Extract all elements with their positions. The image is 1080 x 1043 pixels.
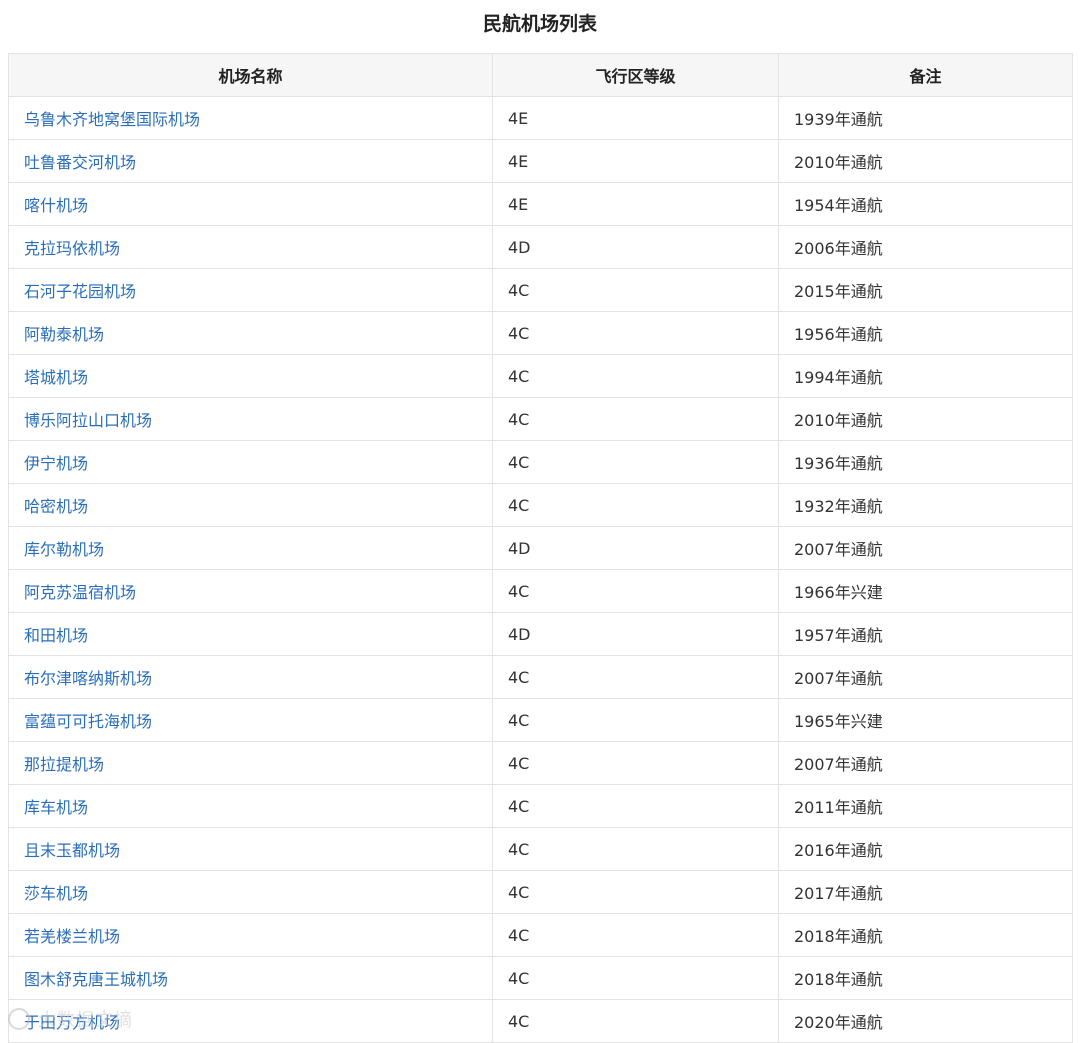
airfield-grade-cell: 4E [492, 96, 779, 140]
airport-name-link[interactable]: 哈密机场 [8, 483, 493, 527]
remark-cell: 2007年通航 [778, 526, 1073, 570]
airfield-grade-cell: 4C [492, 913, 779, 957]
airport-name-link[interactable]: 吐鲁番交河机场 [8, 139, 493, 183]
airfield-grade-cell: 4C [492, 311, 779, 355]
airfield-grade-cell: 4C [492, 956, 779, 1000]
airport-name-link[interactable]: 喀什机场 [8, 182, 493, 226]
airport-name-link[interactable]: 石河子花园机场 [8, 268, 493, 312]
table-row: 克拉玛依机场 4D 2006年通航 [8, 225, 1073, 269]
airfield-grade-cell: 4C [492, 999, 779, 1043]
remark-cell: 2006年通航 [778, 225, 1073, 269]
table-row: 和田机场 4D 1957年通航 [8, 612, 1073, 656]
airport-name-link[interactable]: 和田机场 [8, 612, 493, 656]
airfield-grade-cell: 4C [492, 655, 779, 699]
column-header-grade: 飞行区等级 [492, 53, 779, 97]
table-row: 阿克苏温宿机场 4C 1966年兴建 [8, 569, 1073, 613]
table-row: 喀什机场 4E 1954年通航 [8, 182, 1073, 226]
airfield-grade-cell: 4D [492, 612, 779, 656]
table-row: 塔城机场 4C 1994年通航 [8, 354, 1073, 398]
airport-name-link[interactable]: 若羌楼兰机场 [8, 913, 493, 957]
table-row: 布尔津喀纳斯机场 4C 2007年通航 [8, 655, 1073, 699]
remark-cell: 1965年兴建 [778, 698, 1073, 742]
table-row: 库车机场 4C 2011年通航 [8, 784, 1073, 828]
remark-cell: 2007年通航 [778, 655, 1073, 699]
remark-cell: 2010年通航 [778, 139, 1073, 183]
remark-cell: 2011年通航 [778, 784, 1073, 828]
remark-cell: 2017年通航 [778, 870, 1073, 914]
table-row: 库尔勒机场 4D 2007年通航 [8, 526, 1073, 570]
airport-name-link[interactable]: 克拉玛依机场 [8, 225, 493, 269]
remark-cell: 2010年通航 [778, 397, 1073, 441]
table-row: 若羌楼兰机场 4C 2018年通航 [8, 913, 1073, 957]
airport-name-link[interactable]: 库车机场 [8, 784, 493, 828]
table-row: 石河子花园机场 4C 2015年通航 [8, 268, 1073, 312]
remark-cell: 2015年通航 [778, 268, 1073, 312]
airfield-grade-cell: 4C [492, 741, 779, 785]
airport-name-link[interactable]: 阿勒泰机场 [8, 311, 493, 355]
airport-name-link[interactable]: 布尔津喀纳斯机场 [8, 655, 493, 699]
table-row: 吐鲁番交河机场 4E 2010年通航 [8, 139, 1073, 183]
table-row: 哈密机场 4C 1932年通航 [8, 483, 1073, 527]
table-row: 博乐阿拉山口机场 4C 2010年通航 [8, 397, 1073, 441]
remark-cell: 1954年通航 [778, 182, 1073, 226]
page-title: 民航机场列表 [482, 13, 597, 35]
remark-cell: 2007年通航 [778, 741, 1073, 785]
airport-name-link[interactable]: 阿克苏温宿机场 [8, 569, 493, 613]
remark-cell: 1957年通航 [778, 612, 1073, 656]
remark-cell: 1994年通航 [778, 354, 1073, 398]
airfield-grade-cell: 4C [492, 569, 779, 613]
airport-name-link[interactable]: 莎车机场 [8, 870, 493, 914]
airport-table: 机场名称 飞行区等级 备注 乌鲁木齐地窝堡国际机场 4E 1939年通航 吐鲁番交河机… [8, 53, 1073, 1043]
remark-cell: 2018年通航 [778, 956, 1073, 1000]
airport-name-link[interactable]: 图木舒克唐王城机场 [8, 956, 493, 1000]
airport-name-link[interactable]: 于田万方机场 [8, 999, 493, 1043]
airfield-grade-cell: 4C [492, 440, 779, 484]
table-row: 那拉提机场 4C 2007年通航 [8, 741, 1073, 785]
remark-cell: 1956年通航 [778, 311, 1073, 355]
airport-name-link[interactable]: 且末玉都机场 [8, 827, 493, 871]
airport-name-link[interactable]: 库尔勒机场 [8, 526, 493, 570]
airfield-grade-cell: 4E [492, 139, 779, 183]
airfield-grade-cell: 4C [492, 354, 779, 398]
airport-name-link[interactable]: 那拉提机场 [8, 741, 493, 785]
airport-name-link[interactable]: 乌鲁木齐地窝堡国际机场 [8, 96, 493, 140]
remark-cell: 2020年通航 [778, 999, 1073, 1043]
airfield-grade-cell: 4C [492, 698, 779, 742]
table-row: 乌鲁木齐地窝堡国际机场 4E 1939年通航 [8, 96, 1073, 140]
table-row: 且末玉都机场 4C 2016年通航 [8, 827, 1073, 871]
table-row: 于田万方机场 4C 2020年通航 [8, 999, 1073, 1043]
airfield-grade-cell: 4C [492, 784, 779, 828]
airfield-grade-cell: 4D [492, 526, 779, 570]
remark-cell: 1966年兴建 [778, 569, 1073, 613]
airport-name-link[interactable]: 伊宁机场 [8, 440, 493, 484]
table-row: 阿勒泰机场 4C 1956年通航 [8, 311, 1073, 355]
table-row: 莎车机场 4C 2017年通航 [8, 870, 1073, 914]
airport-name-link[interactable]: 富蕴可可托海机场 [8, 698, 493, 742]
column-header-name: 机场名称 [8, 53, 493, 97]
airfield-grade-cell: 4C [492, 827, 779, 871]
airfield-grade-cell: 4C [492, 870, 779, 914]
airfield-grade-cell: 4C [492, 397, 779, 441]
table-row: 图木舒克唐王城机场 4C 2018年通航 [8, 956, 1073, 1000]
table-header-row: 机场名称 飞行区等级 备注 [8, 53, 1073, 97]
column-header-remark: 备注 [778, 53, 1073, 97]
airport-name-link[interactable]: 塔城机场 [8, 354, 493, 398]
table-body: 乌鲁木齐地窝堡国际机场 4E 1939年通航 吐鲁番交河机场 4E 2010年通航 喀什机场… [8, 96, 1073, 1043]
airfield-grade-cell: 4C [492, 268, 779, 312]
table-row: 伊宁机场 4C 1936年通航 [8, 440, 1073, 484]
remark-cell: 2016年通航 [778, 827, 1073, 871]
remark-cell: 1936年通航 [778, 440, 1073, 484]
airport-name-link[interactable]: 博乐阿拉山口机场 [8, 397, 493, 441]
remark-cell: 2018年通航 [778, 913, 1073, 957]
table-row: 富蕴可可托海机场 4C 1965年兴建 [8, 698, 1073, 742]
remark-cell: 1939年通航 [778, 96, 1073, 140]
airfield-grade-cell: 4C [492, 483, 779, 527]
airfield-grade-cell: 4E [492, 182, 779, 226]
remark-cell: 1932年通航 [778, 483, 1073, 527]
airfield-grade-cell: 4D [492, 225, 779, 269]
